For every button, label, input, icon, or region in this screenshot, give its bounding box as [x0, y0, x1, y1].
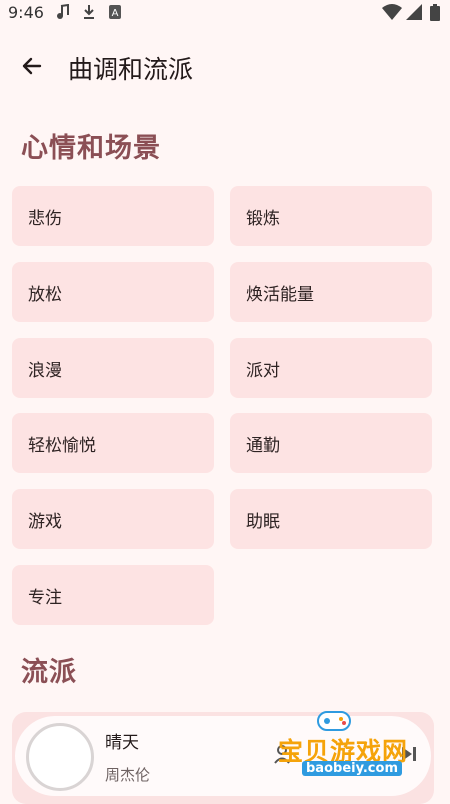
album-art-disc — [26, 723, 94, 791]
tile-label: 轻松愉悦 — [28, 435, 96, 456]
tile-feel-good[interactable]: 轻松愉悦 — [12, 413, 214, 473]
tile-label: 放松 — [28, 284, 62, 305]
tile-romance[interactable]: 浪漫 — [12, 338, 214, 398]
tile-label: 悲伤 — [28, 208, 62, 229]
tile-sad[interactable]: 悲伤 — [12, 186, 214, 246]
status-bar: 9:46 A — [0, 0, 450, 26]
song-artist: 周杰伦 — [105, 766, 151, 784]
back-arrow-icon — [20, 54, 44, 82]
music-note-icon — [56, 3, 70, 24]
tile-label: 浪漫 — [28, 360, 62, 381]
app-bar: 曲调和流派 — [0, 36, 450, 100]
tile-gaming[interactable]: 游戏 — [12, 489, 214, 549]
mood-section-title: 心情和场景 — [21, 133, 161, 164]
page-title: 曲调和流派 — [68, 55, 194, 84]
tile-party[interactable]: 派对 — [230, 338, 432, 398]
genre-section-title: 流派 — [21, 657, 77, 688]
tile-label: 助眠 — [246, 511, 280, 532]
signal-icon — [406, 4, 422, 24]
svg-text:A: A — [112, 8, 119, 19]
watermark: 宝贝游戏网 baobeiy.com — [250, 708, 420, 790]
tile-label: 通勤 — [246, 435, 280, 456]
tile-label: 专注 — [28, 587, 62, 608]
tile-label: 锻炼 — [246, 208, 280, 229]
back-button[interactable] — [12, 48, 52, 88]
tile-focus[interactable]: 专注 — [12, 565, 214, 625]
tile-sleep[interactable]: 助眠 — [230, 489, 432, 549]
battery-icon — [430, 4, 440, 25]
download-icon — [82, 4, 96, 24]
tile-relax[interactable]: 放松 — [12, 262, 214, 322]
tile-label: 游戏 — [28, 511, 62, 532]
tile-label: 派对 — [246, 360, 280, 381]
tile-workout[interactable]: 锻炼 — [230, 186, 432, 246]
wifi-icon — [382, 4, 402, 24]
tile-label: 焕活能量 — [246, 284, 314, 305]
status-time: 9:46 — [8, 3, 44, 22]
tile-energize[interactable]: 焕活能量 — [230, 262, 432, 322]
song-title: 晴天 — [105, 733, 139, 753]
app-a-icon: A — [108, 4, 122, 24]
watermark-url: baobeiy.com — [302, 761, 402, 776]
tile-commute[interactable]: 通勤 — [230, 413, 432, 473]
